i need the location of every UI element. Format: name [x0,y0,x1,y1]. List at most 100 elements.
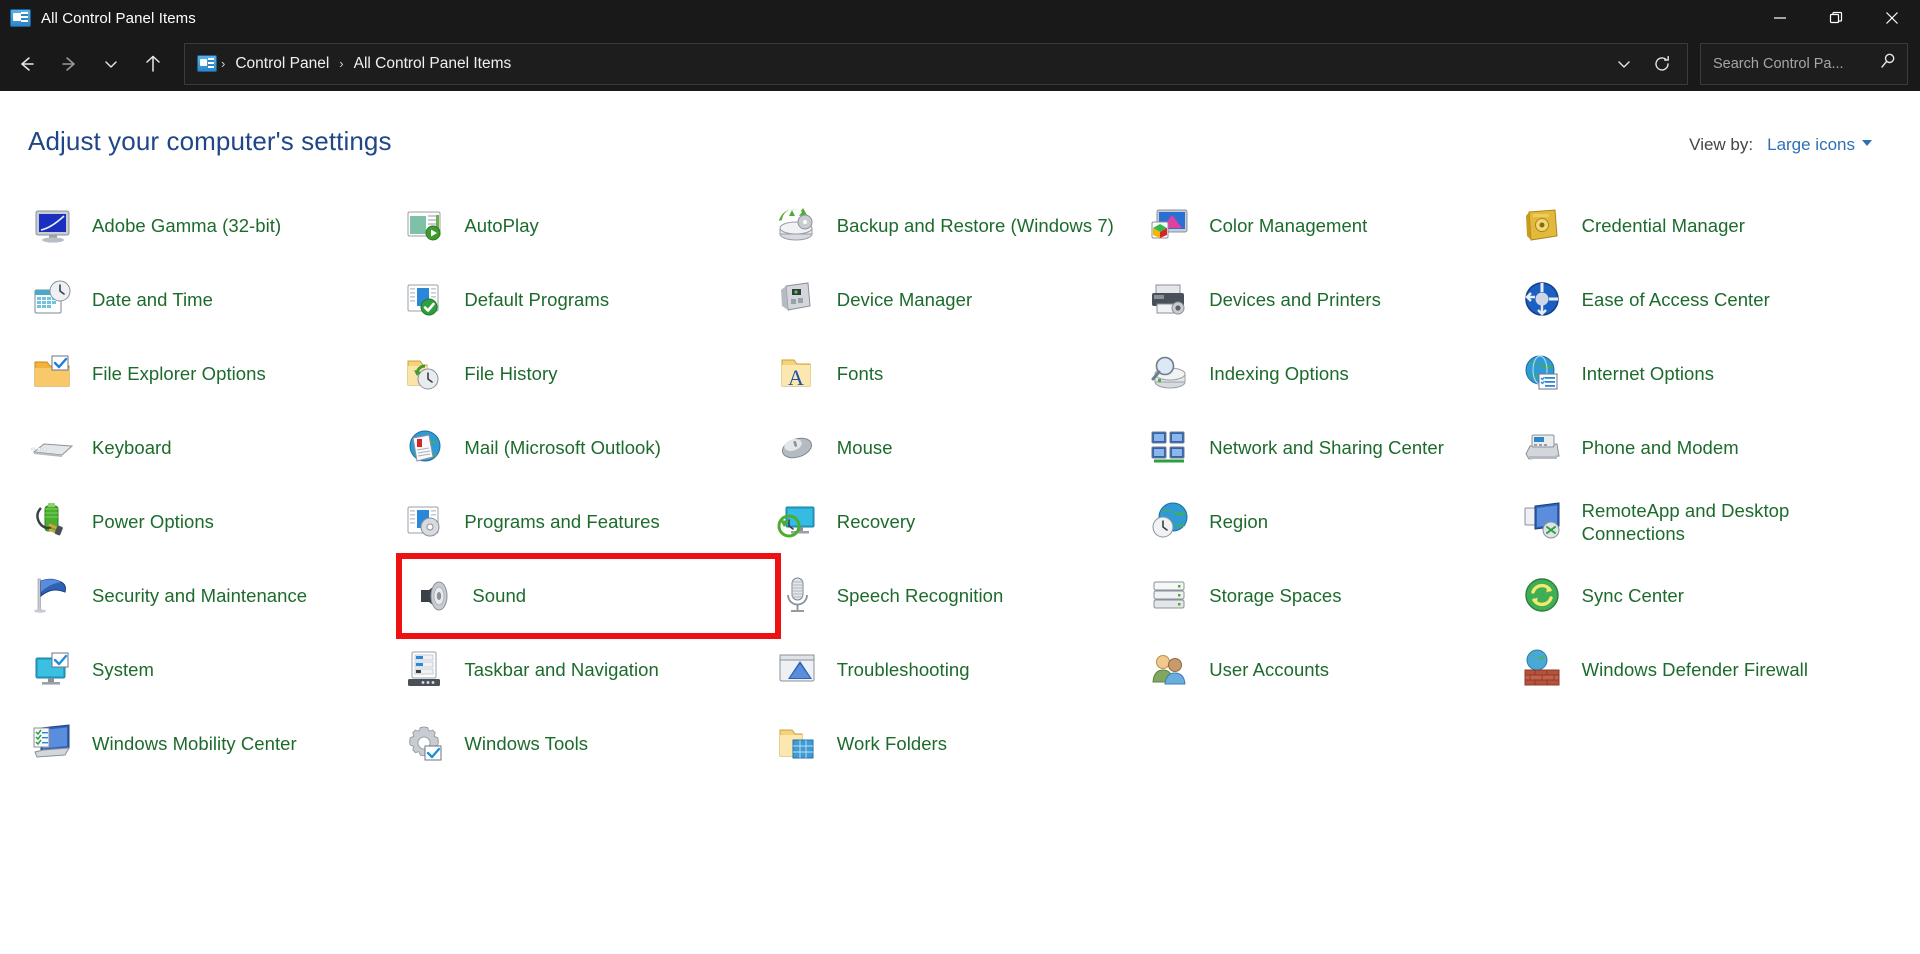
breadcrumb-item-all-control-panel-items[interactable]: All Control Panel Items [348,52,518,76]
date-time-icon [30,277,76,323]
control-panel-item-internet-options[interactable]: Internet Options [1520,337,1892,411]
control-panel-item-label: Region [1209,510,1268,533]
control-panel-item-windows-defender-firewall[interactable]: Windows Defender Firewall [1520,633,1892,707]
control-panel-item-date-and-time[interactable]: Date and Time [30,263,402,337]
control-panel-item-label: Taskbar and Navigation [464,658,658,681]
control-panel-item-label: Devices and Printers [1209,288,1381,311]
control-panel-item-devices-and-printers[interactable]: Devices and Printers [1147,263,1519,337]
control-panel-item-file-explorer-options[interactable]: File Explorer Options [30,337,402,411]
minimize-icon[interactable] [1752,0,1808,36]
control-panel-item-system[interactable]: System [30,633,402,707]
control-panel-item-label: Windows Mobility Center [92,732,297,755]
autoplay-icon [402,203,448,249]
title-bar: All Control Panel Items [0,0,1920,36]
navigation-bar: › Control Panel › All Control Panel Item… [0,36,1920,91]
search-icon[interactable] [1879,52,1897,75]
control-panel-item-security-and-maintenance[interactable]: Security and Maintenance [30,559,402,633]
chevron-down-icon [1862,140,1872,146]
search-box[interactable]: Search Control Pa... [1700,43,1908,85]
control-panel-item-label: Security and Maintenance [92,584,307,607]
storage-spaces-icon [1147,573,1193,619]
control-panel-item-adobe-gamma-32-bit[interactable]: Adobe Gamma (32-bit) [30,189,402,263]
view-by-dropdown[interactable]: Large icons [1767,135,1872,155]
control-panel-item-speech-recognition[interactable]: Speech Recognition [775,559,1147,633]
control-panel-item-label: Backup and Restore (Windows 7) [837,214,1114,237]
control-panel-item-label: Power Options [92,510,214,533]
restore-icon[interactable] [1808,0,1864,36]
forward-arrow-icon[interactable] [48,43,90,85]
control-panel-item-file-history[interactable]: File History [402,337,774,411]
up-arrow-icon[interactable] [132,43,174,85]
control-panel-item-remoteapp-and-desktop-connections[interactable]: RemoteApp and Desktop Connections [1520,485,1892,559]
control-panel-item-troubleshooting[interactable]: Troubleshooting [775,633,1147,707]
control-panel-item-default-programs[interactable]: Default Programs [402,263,774,337]
control-panel-item-backup-and-restore-windows-7[interactable]: Backup and Restore (Windows 7) [775,189,1147,263]
search-input[interactable]: Search Control Pa... [1713,56,1879,72]
refresh-icon[interactable] [1643,45,1681,83]
control-panel-item-region[interactable]: Region [1147,485,1519,559]
control-panel-item-network-and-sharing-center[interactable]: Network and Sharing Center [1147,411,1519,485]
windows-tools-icon [402,721,448,767]
recovery-icon [775,499,821,545]
windows-mobility-icon [30,721,76,767]
control-panel-item-windows-mobility-center[interactable]: Windows Mobility Center [30,707,402,781]
control-panel-item-user-accounts[interactable]: User Accounts [1147,633,1519,707]
history-chevron-down-icon[interactable] [1605,45,1643,83]
devices-printers-icon [1147,277,1193,323]
device-manager-icon [775,277,821,323]
control-panel-item-label: Windows Tools [464,732,588,755]
breadcrumb-separator: › [217,56,229,71]
programs-features-icon [402,499,448,545]
control-panel-item-storage-spaces[interactable]: Storage Spaces [1147,559,1519,633]
control-panel-item-label: Troubleshooting [837,658,970,681]
ease-of-access-icon [1520,277,1566,323]
control-panel-item-label: Device Manager [837,288,972,311]
control-panel-item-taskbar-and-navigation[interactable]: Taskbar and Navigation [402,633,774,707]
control-panel-item-phone-and-modem[interactable]: Phone and Modem [1520,411,1892,485]
mail-icon [402,425,448,471]
title-bar-left: All Control Panel Items [0,9,196,27]
control-panel-item-sync-center[interactable]: Sync Center [1520,559,1892,633]
user-accounts-icon [1147,647,1193,693]
control-panel-item-work-folders[interactable]: Work Folders [775,707,1147,781]
control-panel-item-power-options[interactable]: Power Options [30,485,402,559]
control-panel-item-keyboard[interactable]: Keyboard [30,411,402,485]
control-panel-item-label: Storage Spaces [1209,584,1341,607]
control-panel-item-mouse[interactable]: Mouse [775,411,1147,485]
control-panel-item-ease-of-access-center[interactable]: Ease of Access Center [1520,263,1892,337]
adobe-gamma-icon [30,203,76,249]
sync-center-icon [1520,573,1566,619]
address-bar[interactable]: › Control Panel › All Control Panel Item… [184,43,1688,85]
control-panel-item-color-management[interactable]: Color Management [1147,189,1519,263]
control-panel-item-label: Sync Center [1582,584,1684,607]
taskbar-navigation-icon [402,647,448,693]
control-panel-item-autoplay[interactable]: AutoPlay [402,189,774,263]
view-by-label: View by: [1689,135,1753,155]
window-controls [1752,0,1920,36]
keyboard-icon [30,425,76,471]
control-panel-item-programs-and-features[interactable]: Programs and Features [402,485,774,559]
back-arrow-icon[interactable] [6,43,48,85]
control-panel-item-indexing-options[interactable]: Indexing Options [1147,337,1519,411]
control-panel-item-recovery[interactable]: Recovery [775,485,1147,559]
control-panel-item-fonts[interactable]: AFonts [775,337,1147,411]
recent-locations-chevron-down-icon[interactable] [90,43,132,85]
control-panel-item-label: Indexing Options [1209,362,1349,385]
control-panel-icon [10,9,31,27]
control-panel-item-label: Fonts [837,362,884,385]
control-panel-item-windows-tools[interactable]: Windows Tools [402,707,774,781]
control-panel-item-label: Keyboard [92,436,172,459]
breadcrumb-separator: › [335,56,347,71]
security-maintenance-icon [30,573,76,619]
control-panel-item-sound[interactable]: Sound [402,559,774,633]
close-icon[interactable] [1864,0,1920,36]
control-panel-item-label: System [92,658,154,681]
control-panel-item-label: File History [464,362,557,385]
window-title: All Control Panel Items [41,10,196,27]
control-panel-item-device-manager[interactable]: Device Manager [775,263,1147,337]
breadcrumb-item-control-panel[interactable]: Control Panel [229,52,335,76]
control-panel-item-credential-manager[interactable]: Credential Manager [1520,189,1892,263]
control-panel-item-mail-microsoft-outlook[interactable]: Mail (Microsoft Outlook) [402,411,774,485]
control-panel-item-label: Work Folders [837,732,947,755]
file-history-icon [402,351,448,397]
